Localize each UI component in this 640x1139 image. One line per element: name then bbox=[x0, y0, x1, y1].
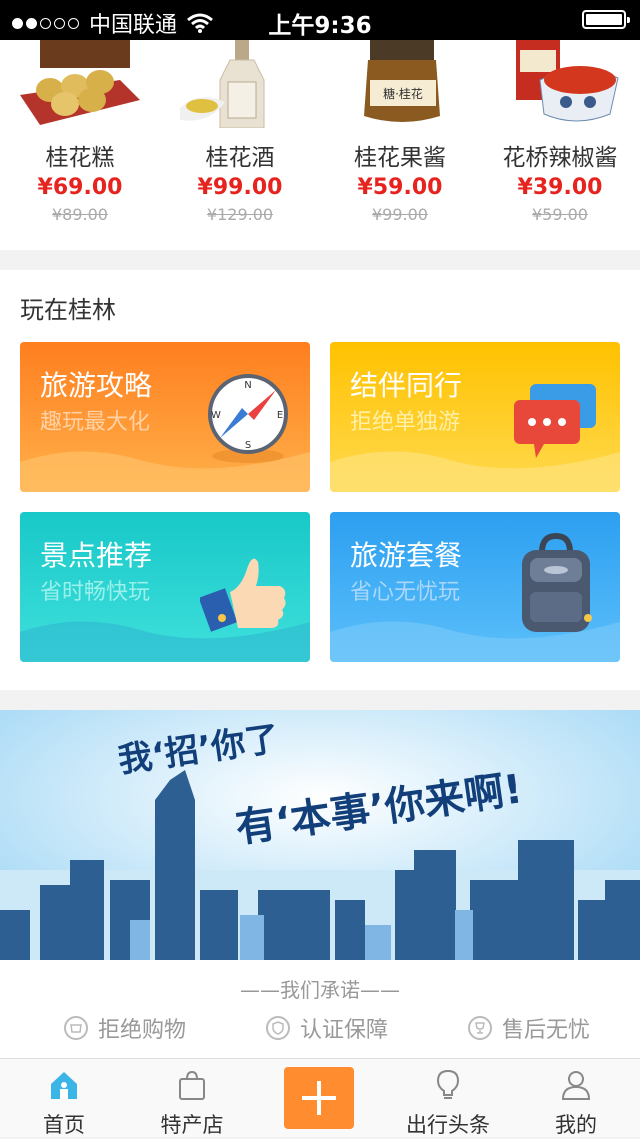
promise-item: 拒绝购物 bbox=[64, 1012, 186, 1044]
product-old-price: ¥99.00 bbox=[372, 205, 428, 224]
product-strip: 桂花糕 ¥69.00 ¥89.00 桂花酒 ¥99.00 ¥129.00 糖·桂… bbox=[0, 40, 640, 250]
card-travel-guide[interactable]: 旅游攻略 趣玩最大化 N S E W bbox=[20, 342, 310, 492]
promise-item: 售后无忧 bbox=[468, 1012, 590, 1044]
add-button[interactable] bbox=[284, 1067, 354, 1129]
product-card[interactable]: 花桥辣椒酱 ¥39.00 ¥59.00 bbox=[480, 40, 640, 250]
user-icon bbox=[561, 1071, 591, 1100]
home-icon bbox=[51, 1072, 77, 1099]
recruitment-banner[interactable]: 我‘招’你了 有‘本事’你来啊! bbox=[0, 710, 640, 960]
card-attractions[interactable]: 景点推荐 省时畅快玩 bbox=[20, 512, 310, 662]
product-name: 桂花果酱 bbox=[354, 145, 446, 171]
section-title: 玩在桂林 bbox=[20, 296, 116, 324]
play-section: 玩在桂林 旅游攻略 趣玩最大化 N S E W 结伴同行 拒绝单独游 景点推荐 … bbox=[0, 270, 640, 690]
product-card[interactable]: 桂花酒 ¥99.00 ¥129.00 bbox=[160, 40, 320, 250]
product-price: ¥99.00 bbox=[197, 175, 283, 200]
product-name: 桂花酒 bbox=[205, 145, 275, 171]
tab-mine[interactable]: 我的 bbox=[512, 1059, 640, 1137]
chili-sauce-image bbox=[516, 40, 619, 122]
plus-icon bbox=[302, 1081, 336, 1115]
product-old-price: ¥89.00 bbox=[52, 205, 108, 224]
thumbs-up-icon bbox=[200, 558, 286, 632]
tab-specialty-store[interactable]: 特产店 bbox=[128, 1059, 256, 1137]
card-title: 景点推荐 bbox=[40, 539, 153, 572]
osmanthus-cake-image bbox=[20, 40, 140, 125]
card-travel-together[interactable]: 结伴同行 拒绝单独游 bbox=[330, 342, 620, 492]
status-bar: 中国联通 上午9:36 bbox=[0, 0, 640, 40]
jam-jar-label: 糖·桂花 bbox=[383, 86, 423, 101]
tab-label: 出行头条 bbox=[406, 1113, 490, 1137]
promise-label: 拒绝购物 bbox=[98, 1018, 187, 1043]
tab-travel-news[interactable]: 出行头条 bbox=[384, 1059, 512, 1137]
card-title: 旅游套餐 bbox=[350, 539, 463, 572]
tab-label: 特产店 bbox=[160, 1113, 224, 1137]
product-name: 桂花糕 bbox=[45, 145, 115, 171]
promise-title: ——我们承诺—— bbox=[240, 978, 400, 1002]
compass-east-letter: E bbox=[277, 410, 283, 421]
no-shopping-icon bbox=[64, 1016, 88, 1040]
battery-icon bbox=[582, 10, 630, 29]
promise-label: 认证保障 bbox=[300, 1018, 389, 1043]
city-skyline-illustration: 我‘招’你了 有‘本事’你来啊! bbox=[0, 710, 640, 960]
product-name: 花桥辣椒酱 bbox=[502, 145, 618, 171]
compass-icon: N S E W bbox=[208, 374, 288, 463]
chat-icon bbox=[514, 384, 596, 458]
product-price: ¥59.00 bbox=[357, 175, 443, 200]
osmanthus-jam-image: 糖·桂花 bbox=[364, 40, 440, 122]
tab-home[interactable]: 首页 bbox=[0, 1059, 128, 1137]
tab-bar: 首页 特产店 出行头条 我的 bbox=[0, 1058, 640, 1137]
product-price: ¥39.00 bbox=[517, 175, 603, 200]
shield-icon bbox=[266, 1016, 290, 1040]
bag-icon bbox=[179, 1070, 205, 1100]
compass-south-letter: S bbox=[245, 440, 251, 451]
card-title: 旅游攻略 bbox=[40, 369, 153, 402]
card-title: 结伴同行 bbox=[350, 369, 463, 402]
promise-section: ——我们承诺—— 拒绝购物 认证保障 售后无忧 bbox=[0, 960, 640, 1058]
product-price: ¥69.00 bbox=[37, 175, 123, 200]
product-old-price: ¥59.00 bbox=[532, 205, 588, 224]
trophy-icon bbox=[468, 1016, 492, 1040]
compass-north-letter: N bbox=[244, 380, 251, 391]
compass-west-letter: W bbox=[211, 410, 221, 421]
promise-label: 售后无忧 bbox=[502, 1018, 591, 1043]
tab-label: 首页 bbox=[43, 1113, 85, 1137]
product-card[interactable]: 桂花糕 ¥69.00 ¥89.00 bbox=[0, 40, 160, 250]
product-old-price: ¥129.00 bbox=[206, 205, 274, 224]
product-card[interactable]: 糖·桂花 桂花果酱 ¥59.00 ¥99.00 bbox=[320, 40, 480, 250]
osmanthus-wine-image bbox=[180, 40, 265, 128]
card-travel-packages[interactable]: 旅游套餐 省心无忧玩 bbox=[330, 512, 620, 662]
promise-item: 认证保障 bbox=[266, 1012, 388, 1044]
backpack-icon bbox=[522, 532, 592, 632]
clock: 上午9:36 bbox=[268, 13, 372, 39]
bulb-icon bbox=[436, 1069, 460, 1099]
tab-label: 我的 bbox=[555, 1113, 597, 1137]
